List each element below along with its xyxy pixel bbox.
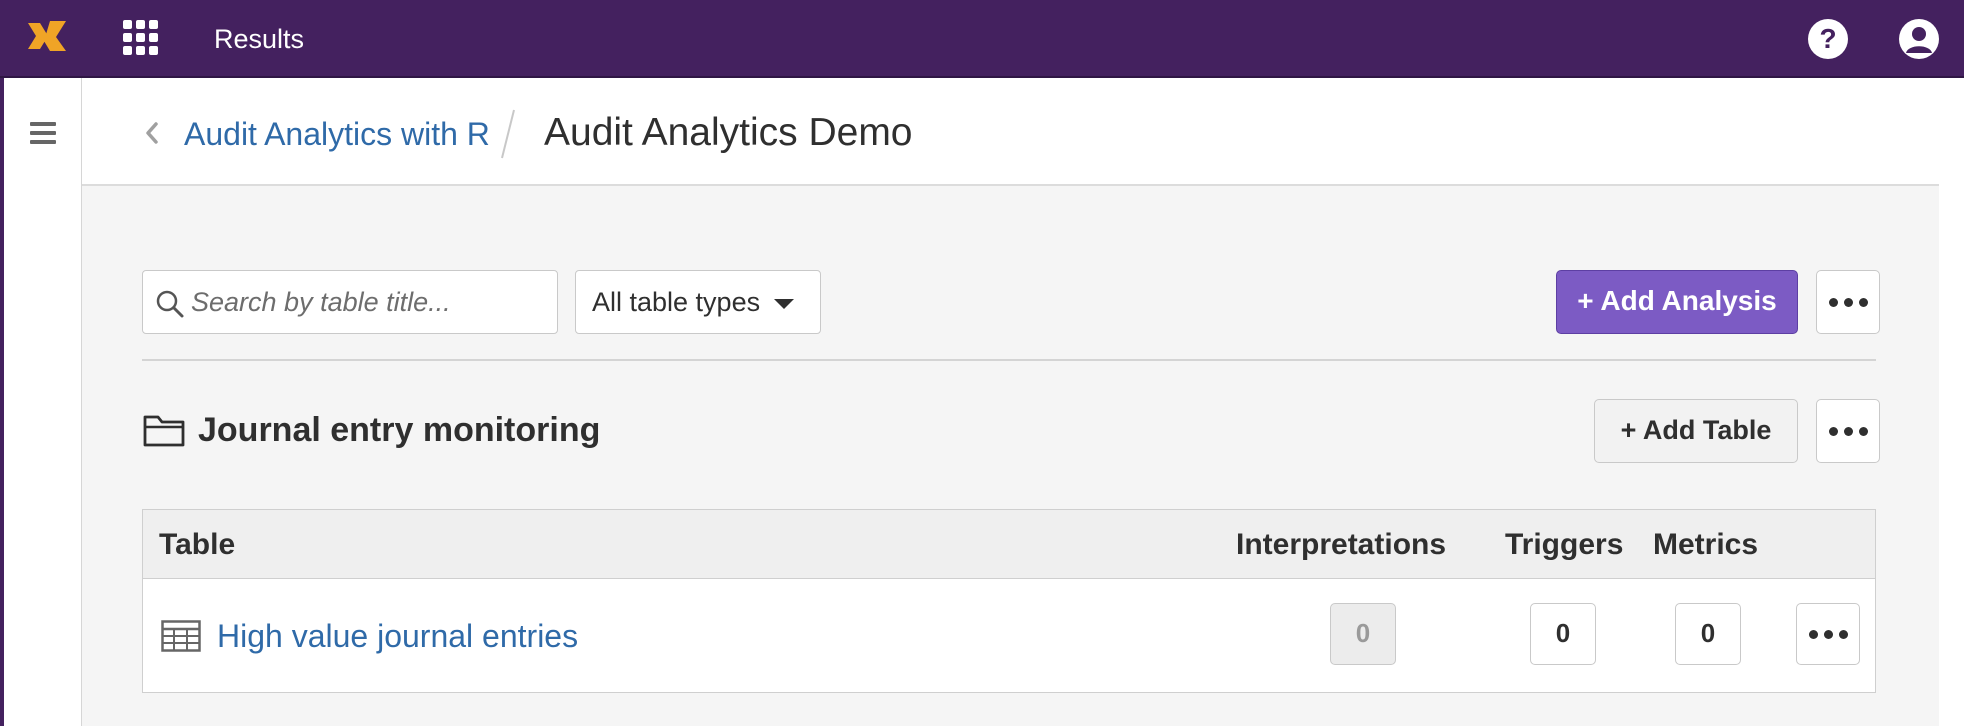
hamburger-menu-icon[interactable] [30, 122, 58, 146]
metrics-count[interactable]: 0 [1675, 603, 1741, 665]
ellipsis-icon [1809, 630, 1849, 640]
table-row: High value journal entries 0 0 0 [143, 580, 1875, 692]
breadcrumb-parent-link[interactable]: Audit Analytics with R [184, 114, 490, 154]
analysis-more-button[interactable] [1816, 270, 1880, 334]
search-box[interactable] [142, 270, 558, 334]
folder-title: Journal entry monitoring [198, 411, 601, 449]
app-title: Results [214, 24, 305, 54]
apps-grid-icon[interactable] [121, 18, 159, 58]
main-content: All table types + Add Analysis Journal e… [82, 186, 1939, 726]
breadcrumb-separator [501, 109, 515, 159]
ellipsis-icon [1829, 427, 1869, 437]
help-icon[interactable]: ? [1808, 19, 1848, 59]
interpretations-count: 0 [1330, 603, 1396, 665]
column-header-table: Table [159, 528, 236, 561]
folder-icon [143, 415, 185, 447]
divider [142, 359, 1876, 361]
add-table-button[interactable]: + Add Table [1594, 399, 1798, 463]
user-icon[interactable] [1899, 19, 1939, 59]
search-icon [156, 290, 184, 318]
column-header-metrics: Metrics [1653, 528, 1759, 561]
add-analysis-button[interactable]: + Add Analysis [1556, 270, 1798, 334]
caret-down-icon [774, 299, 794, 309]
table-header: Table Interpretations Triggers Metrics [143, 510, 1875, 579]
search-input[interactable] [191, 281, 541, 323]
sidebar [0, 78, 82, 726]
column-header-triggers: Triggers [1505, 528, 1624, 561]
column-header-interpretations: Interpretations [1236, 528, 1447, 561]
triggers-count[interactable]: 0 [1530, 603, 1596, 665]
table-icon [161, 620, 201, 652]
table-type-filter[interactable]: All table types [575, 270, 821, 334]
top-bar: Results ? [0, 0, 1964, 78]
folder-more-button[interactable] [1816, 399, 1880, 463]
row-more-button[interactable] [1796, 603, 1860, 665]
table-title-link[interactable]: High value journal entries [217, 616, 578, 656]
tables-table: Table Interpretations Triggers Metrics H… [142, 509, 1876, 693]
x-logo-icon[interactable] [26, 17, 70, 55]
page-title: Audit Analytics Demo [544, 111, 913, 154]
ellipsis-icon [1829, 298, 1869, 308]
table-type-filter-label: All table types [592, 287, 761, 317]
chevron-left-icon[interactable] [140, 118, 164, 148]
page-header: Audit Analytics with R Audit Analytics D… [82, 78, 1939, 186]
